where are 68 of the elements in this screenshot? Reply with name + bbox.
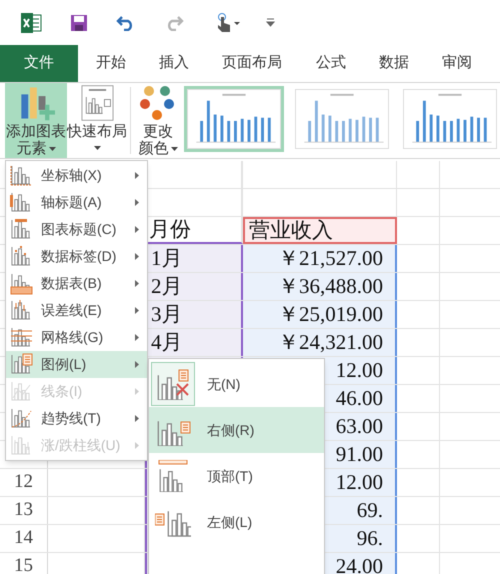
- submenu-arrow-icon: [135, 226, 139, 233]
- ribbon-tab[interactable]: 开始: [78, 45, 144, 82]
- caret-icon: [170, 146, 178, 150]
- submenu-arrow-icon: [135, 253, 139, 260]
- chart-style-thumbnail[interactable]: [184, 86, 284, 152]
- layout-icon: [80, 84, 114, 122]
- row-number: 14: [0, 525, 48, 552]
- ribbon-button[interactable]: 快速布局: [67, 83, 127, 158]
- file-tab[interactable]: 文件: [0, 45, 78, 82]
- ribbon-tab[interactable]: 页面布局: [204, 45, 300, 82]
- ribbon-tab[interactable]: 公式: [300, 45, 362, 82]
- save-icon[interactable]: [70, 14, 88, 32]
- table-cell: 营业收入: [243, 217, 397, 244]
- submenu-arrow-icon: [135, 280, 139, 287]
- menu-item[interactable]: 网格线(G): [6, 324, 147, 351]
- chart-icon: [10, 164, 33, 187]
- spreadsheet-logo-icon: [20, 12, 42, 34]
- menu-item[interactable]: 趋势线(T): [6, 405, 147, 432]
- table-cell: ￥25,019.00: [243, 301, 397, 328]
- chart-style-thumbnail[interactable]: [292, 86, 392, 152]
- menu-item[interactable]: 坐标轴(X): [6, 162, 147, 189]
- color-dots-icon: [140, 85, 176, 121]
- table-cell: 4月: [145, 329, 243, 356]
- caret-icon: [48, 146, 56, 150]
- legend-position-icon: [155, 368, 191, 400]
- ribbon-button[interactable]: 更改 颜色: [134, 83, 182, 158]
- submenu-arrow-icon: [135, 307, 139, 314]
- submenu-arrow-icon: [135, 388, 139, 395]
- menu-item[interactable]: 图表标题(C): [6, 216, 147, 243]
- caret-icon: [94, 146, 100, 150]
- chart-icon: [10, 218, 33, 241]
- ribbon-tab[interactable]: 插入: [144, 45, 204, 82]
- submenu-arrow-icon: [135, 442, 139, 449]
- table-cell: 1月: [145, 245, 243, 272]
- chart-icon: [10, 434, 33, 457]
- row-number: 15: [0, 553, 48, 574]
- ribbon-tab[interactable]: 数据: [362, 45, 426, 82]
- chart-icon: [10, 245, 33, 268]
- submenu-arrow-icon: [135, 361, 139, 368]
- submenu-arrow-icon: [135, 172, 139, 179]
- menu-item[interactable]: 误差线(E): [6, 297, 147, 324]
- table-cell: ￥24,321.00: [243, 329, 397, 356]
- customize-caret-icon[interactable]: [266, 18, 275, 27]
- submenu-arrow-icon: [135, 415, 139, 422]
- table-cell: 3月: [145, 301, 243, 328]
- chart-icon: [10, 380, 33, 403]
- chart-icon: [10, 326, 33, 349]
- submenu-arrow-icon: [135, 199, 139, 206]
- table-cell: ￥36,488.00: [243, 273, 397, 300]
- ribbon-button[interactable]: 添加图表 元素: [5, 83, 67, 158]
- chart-icon: [10, 353, 33, 376]
- ribbon-tab[interactable]: 审阅: [426, 45, 488, 82]
- menu-item[interactable]: 轴标题(A): [6, 189, 147, 216]
- menu-item[interactable]: 右侧(R): [149, 407, 324, 453]
- menu-item[interactable]: 数据标签(D): [6, 243, 147, 270]
- chart-style-thumbnail[interactable]: [400, 86, 500, 152]
- table-cell: ￥21,527.00: [243, 245, 397, 272]
- menu-item[interactable]: 图例(L): [6, 351, 147, 378]
- chart-icon: [10, 191, 33, 214]
- chart-icon: [10, 299, 33, 322]
- row-number: 12: [0, 469, 48, 496]
- chart-icon: [10, 272, 33, 295]
- menu-item[interactable]: 数据表(B): [6, 270, 147, 297]
- touch-mode-icon[interactable]: [216, 12, 242, 32]
- table-cell: 2月: [145, 273, 243, 300]
- chart-icon: [10, 407, 33, 430]
- row-number: 13: [0, 497, 48, 524]
- submenu-arrow-icon: [135, 334, 139, 341]
